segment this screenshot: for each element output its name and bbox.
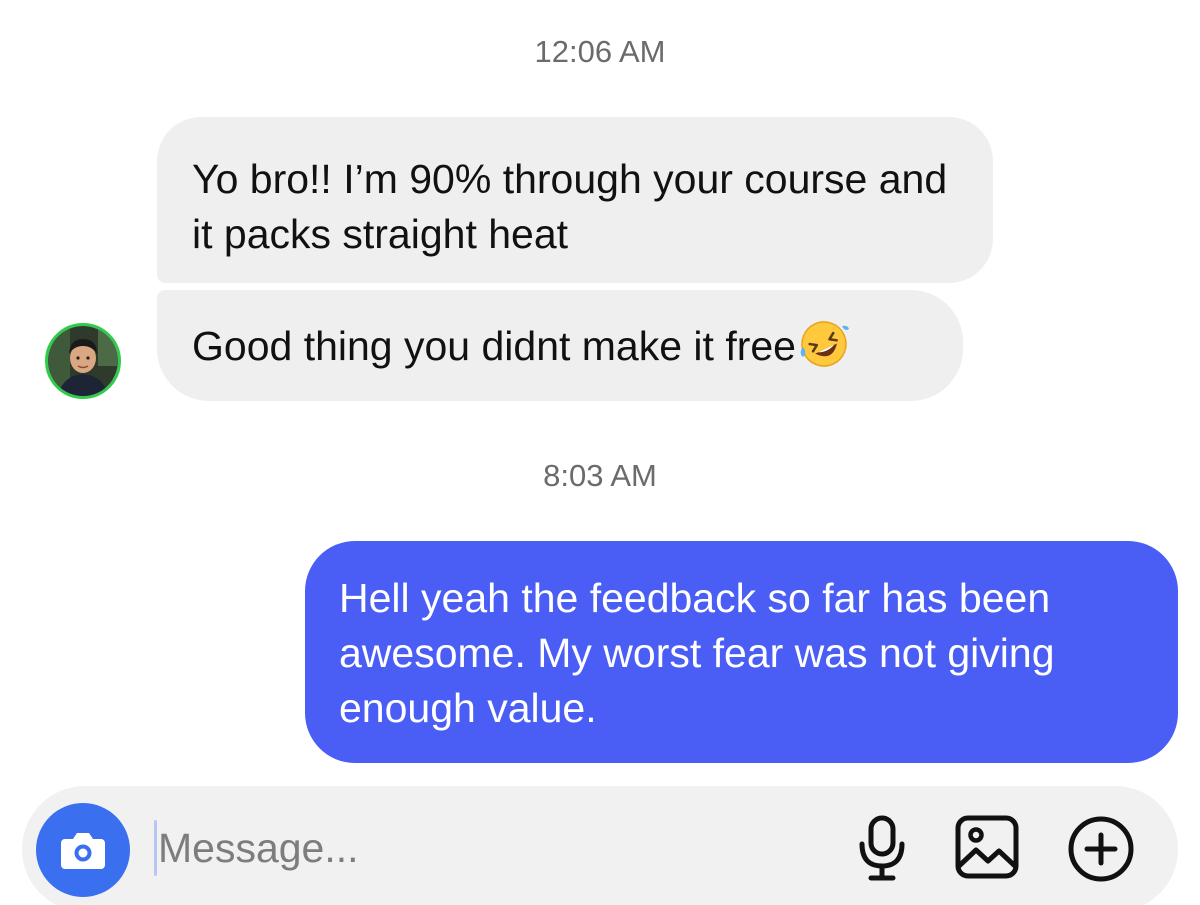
outgoing-message-bubble[interactable]: Hell yeah the feedback so far has been a…: [305, 541, 1178, 763]
message-composer: [22, 786, 1178, 905]
gallery-icon: [954, 815, 1020, 884]
avatar[interactable]: [45, 323, 121, 399]
add-button[interactable]: [1066, 814, 1136, 884]
timestamp: 12:06 AM: [534, 34, 666, 69]
microphone-icon: [852, 815, 912, 888]
incoming-message-bubble[interactable]: Good thing you didnt make it free: [157, 290, 963, 401]
microphone-button[interactable]: [852, 814, 912, 884]
text-caret: [154, 820, 157, 876]
gallery-button[interactable]: [954, 814, 1020, 880]
rolling-on-floor-laughing-emoji-icon: [798, 318, 850, 370]
timestamp: 8:03 AM: [543, 458, 657, 493]
incoming-message-bubble[interactable]: Yo bro!! I’m 90% through your course and…: [157, 117, 993, 283]
message-text: Yo bro!! I’m 90% through your course and…: [192, 156, 948, 257]
message-text: Good thing you didnt make it free: [192, 323, 796, 369]
add-icon: [1066, 816, 1136, 888]
message-text: Hell yeah the feedback so far has been a…: [339, 575, 1055, 731]
camera-button[interactable]: [36, 803, 130, 897]
message-input[interactable]: [158, 818, 798, 878]
message-thread: 12:06 AM Yo bro!! I’m 90% through your c…: [0, 0, 1200, 905]
